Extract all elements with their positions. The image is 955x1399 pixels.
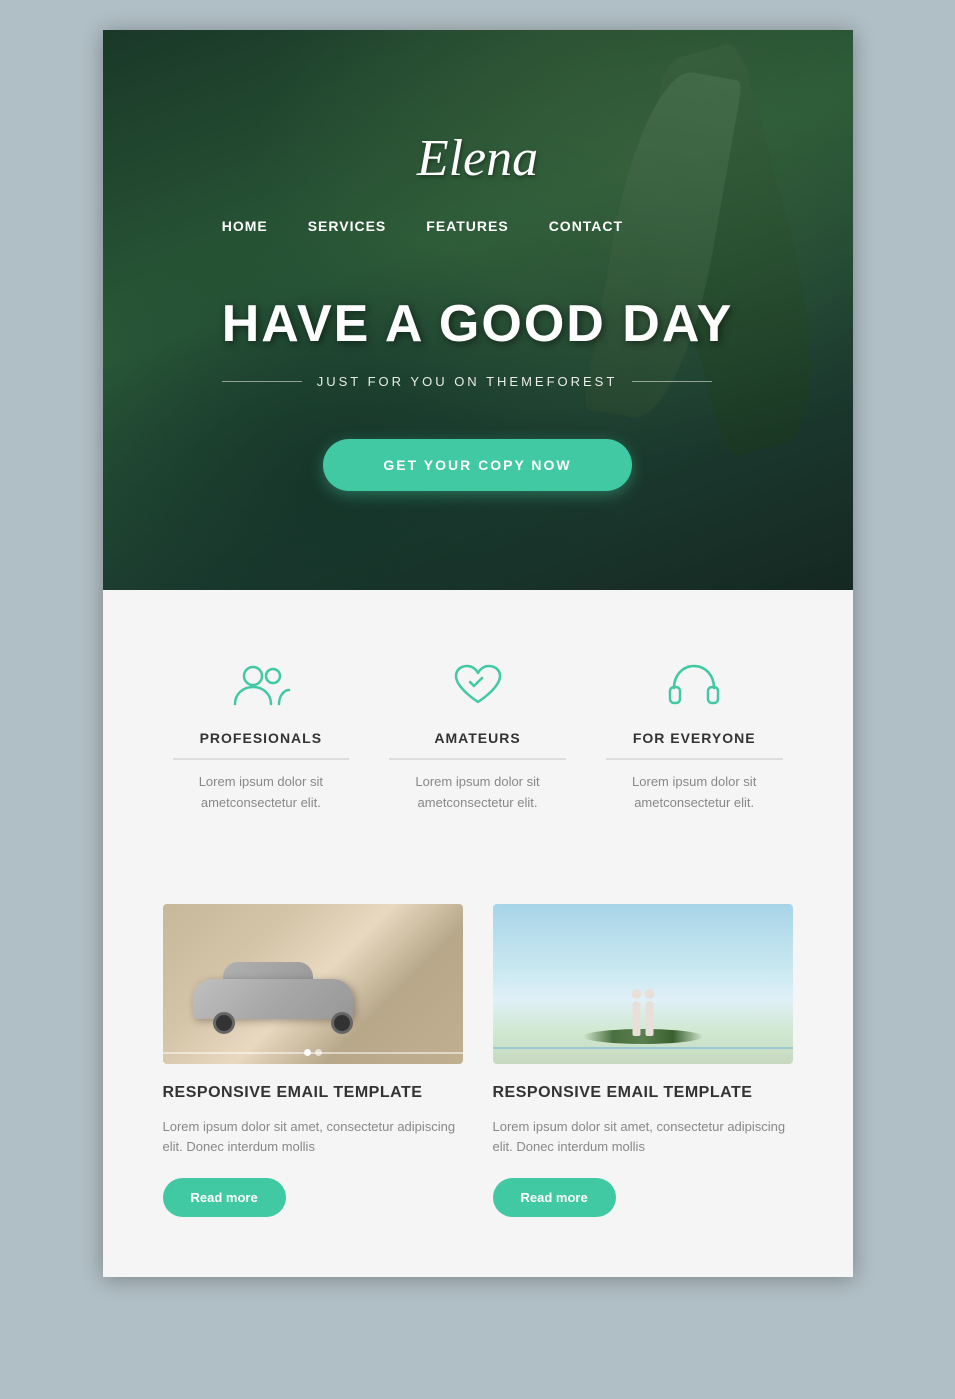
users-icon (231, 660, 291, 710)
feature-amateurs-text: Lorem ipsum dolor sit ametconsectetur el… (389, 772, 566, 814)
hero-content: Elena HOME SERVICES FEATURES CONTACT HAV… (222, 129, 734, 491)
divider-line-right (632, 381, 712, 382)
feature-amateurs: AMATEURS Lorem ipsum dolor sit ametconse… (379, 660, 576, 814)
feature-professionals-text: Lorem ipsum dolor sit ametconsectetur el… (173, 772, 350, 814)
couple-figures (632, 1001, 653, 1036)
cards-grid: RESPONSIVE EMAIL TEMPLATE Lorem ipsum do… (163, 904, 793, 1218)
dot-1[interactable] (304, 1049, 311, 1056)
carousel-dots (304, 1049, 322, 1056)
site-logo: Elena (222, 129, 734, 188)
headphones-icon (664, 660, 724, 710)
card-1-read-more-button[interactable]: Read more (163, 1178, 286, 1217)
card-1-text: Lorem ipsum dolor sit amet, consectetur … (163, 1117, 463, 1159)
card-2-read-more-button[interactable]: Read more (493, 1178, 616, 1217)
hero-divider: JUST FOR YOU ON THEMEFOREST (222, 374, 734, 389)
heart-icon (448, 660, 508, 710)
car-wheel-left (213, 1012, 235, 1034)
card-1-image (163, 904, 463, 1064)
feature-everyone-text: Lorem ipsum dolor sit ametconsectetur el… (606, 772, 783, 814)
car-illustration (193, 974, 373, 1034)
dot-2[interactable] (315, 1049, 322, 1056)
nav-features[interactable]: FEATURES (426, 218, 508, 234)
feature-amateurs-title: AMATEURS (389, 730, 566, 760)
hero-section: Elena HOME SERVICES FEATURES CONTACT HAV… (103, 30, 853, 590)
card-1-title: RESPONSIVE EMAIL TEMPLATE (163, 1084, 463, 1102)
card-1: RESPONSIVE EMAIL TEMPLATE Lorem ipsum do… (163, 904, 463, 1218)
cta-button[interactable]: GET YOUR COPY NOW (323, 439, 631, 491)
main-nav: HOME SERVICES FEATURES CONTACT (222, 218, 734, 234)
page-wrapper: Elena HOME SERVICES FEATURES CONTACT HAV… (103, 30, 853, 1277)
water-surface (493, 1047, 793, 1049)
feature-everyone: FOR EVERYONE Lorem ipsum dolor sit ametc… (596, 660, 793, 814)
hero-title: HAVE A GOOD DAY (222, 294, 734, 354)
feature-professionals-title: PROFESIONALS (173, 730, 350, 760)
card-2-image (493, 904, 793, 1064)
hero-subtitle: JUST FOR YOU ON THEMEFOREST (317, 374, 618, 389)
features-section: PROFESIONALS Lorem ipsum dolor sit ametc… (103, 590, 853, 884)
card-2-text: Lorem ipsum dolor sit amet, consectetur … (493, 1117, 793, 1159)
card-2: RESPONSIVE EMAIL TEMPLATE Lorem ipsum do… (493, 904, 793, 1218)
nav-home[interactable]: HOME (222, 218, 268, 234)
figure-2 (645, 1001, 653, 1036)
features-grid: PROFESIONALS Lorem ipsum dolor sit ametc… (163, 660, 793, 814)
car-wheel-right (331, 1012, 353, 1034)
cards-section: RESPONSIVE EMAIL TEMPLATE Lorem ipsum do… (103, 884, 853, 1278)
nav-contact[interactable]: CONTACT (549, 218, 623, 234)
card-2-title: RESPONSIVE EMAIL TEMPLATE (493, 1084, 793, 1102)
feature-everyone-title: FOR EVERYONE (606, 730, 783, 760)
figure-1 (632, 1001, 640, 1036)
divider-line-left (222, 381, 302, 382)
nav-services[interactable]: SERVICES (308, 218, 387, 234)
car-body (193, 979, 353, 1019)
feature-professionals: PROFESIONALS Lorem ipsum dolor sit ametc… (163, 660, 360, 814)
